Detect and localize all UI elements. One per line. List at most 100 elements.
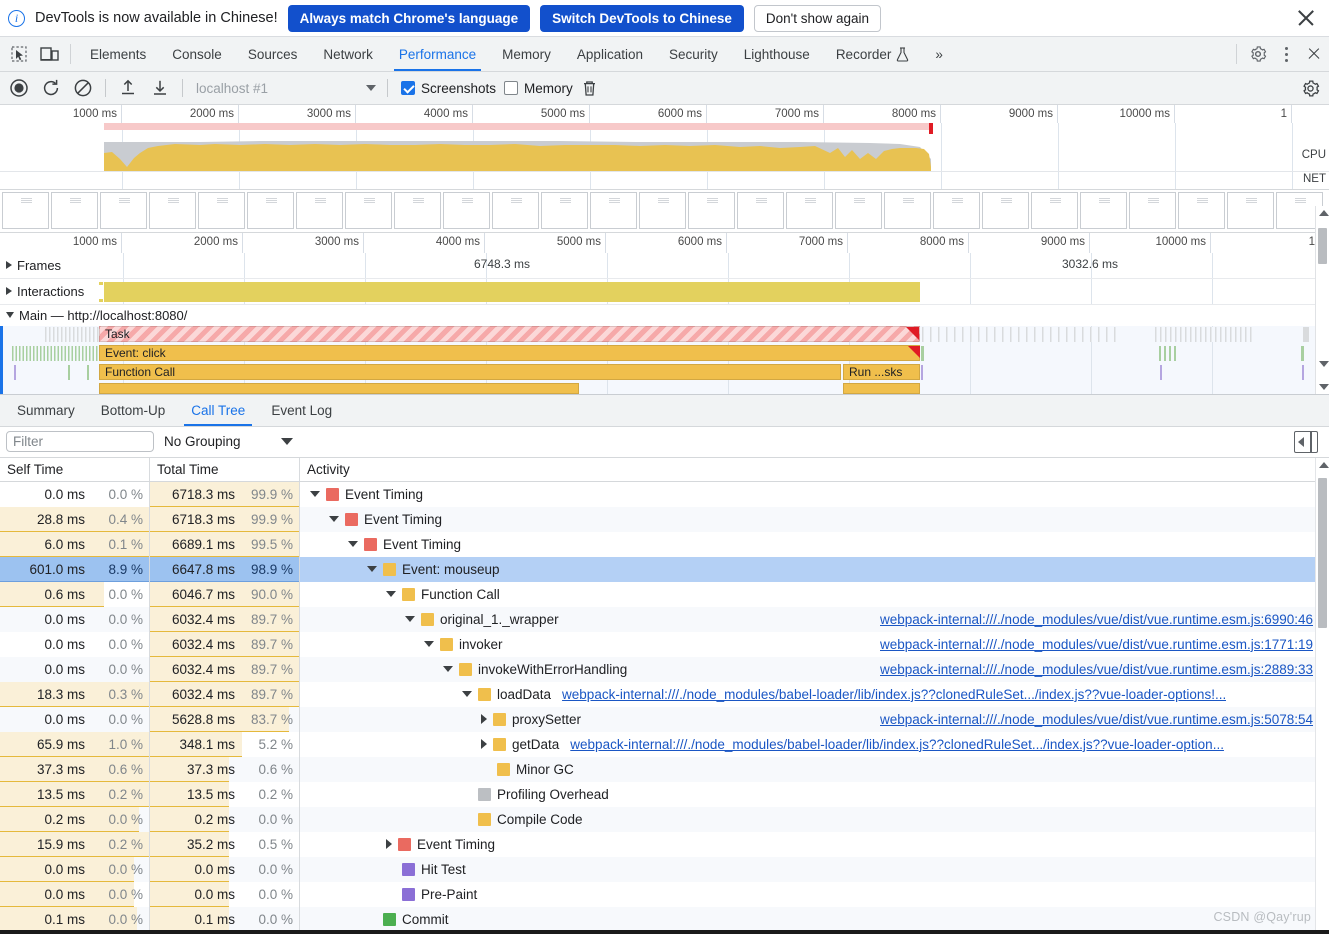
filmstrip-thumbnail[interactable]	[590, 192, 637, 230]
table-row[interactable]: 0.1 ms 0.0 % 0.1 ms 0.0 % Commit	[0, 906, 1329, 932]
memory-checkbox[interactable]: Memory	[504, 81, 573, 96]
column-header-self-time[interactable]: Self Time	[0, 457, 150, 481]
table-row[interactable]: 0.0 ms 0.0 % 6718.3 ms 99.9 % Event Timing	[0, 481, 1329, 507]
collapse-triangle-icon[interactable]	[386, 591, 396, 598]
collapse-triangle-icon[interactable]	[367, 566, 377, 573]
dont-show-again-button[interactable]: Don't show again	[753, 4, 882, 32]
frames-track-title[interactable]: Frames	[0, 253, 61, 278]
collapse-triangle-icon[interactable]	[462, 691, 472, 698]
main-track-title[interactable]: Main — http://localhost:8080/	[0, 305, 187, 326]
close-devtools-icon[interactable]	[1299, 37, 1329, 71]
filmstrip-thumbnail[interactable]	[737, 192, 784, 230]
collapse-triangle-icon[interactable]	[405, 616, 415, 623]
source-url-link[interactable]: webpack-internal:///./node_modules/vue/d…	[880, 662, 1313, 677]
tab-memory[interactable]: Memory	[489, 37, 564, 71]
table-row[interactable]: 0.0 ms 0.0 % 6032.4 ms 89.7 % invokeWithErro…	[0, 656, 1329, 682]
save-profile-icon[interactable]	[145, 74, 175, 102]
filmstrip-thumbnail[interactable]	[884, 192, 931, 230]
collapse-triangle-icon[interactable]	[424, 641, 434, 648]
table-row[interactable]: 601.0 ms 8.9 % 6647.8 ms 98.9 % Event: mouse…	[0, 556, 1329, 582]
filmstrip-thumbnail[interactable]	[1178, 192, 1225, 230]
tab-bottom-up[interactable]: Bottom-Up	[88, 395, 179, 426]
table-row[interactable]: 37.3 ms 0.6 % 37.3 ms 0.6 % Minor GC	[0, 756, 1329, 782]
filter-input[interactable]	[6, 431, 154, 453]
source-url-link[interactable]: webpack-internal:///./node_modules/vue/d…	[880, 612, 1313, 627]
tab-sources[interactable]: Sources	[235, 37, 311, 71]
filmstrip-thumbnail[interactable]	[247, 192, 294, 230]
tab-console[interactable]: Console	[159, 37, 235, 71]
tracks-scrollbar[interactable]	[1315, 206, 1329, 371]
tab-application[interactable]: Application	[564, 37, 656, 71]
filmstrip-thumbnail[interactable]	[198, 192, 245, 230]
expand-triangle-icon[interactable]	[481, 714, 487, 725]
filmstrip-thumbnail[interactable]	[786, 192, 833, 230]
call-tree-table[interactable]: Self Time Total Time Activity 0.0 ms 0.0 …	[0, 457, 1329, 934]
interaction-bar[interactable]	[104, 281, 920, 302]
tab-lighthouse[interactable]: Lighthouse	[731, 37, 823, 71]
track-interactions[interactable]: Interactions	[0, 278, 1329, 305]
more-tabs-button[interactable]: »	[922, 37, 956, 71]
tab-performance[interactable]: Performance	[386, 37, 489, 71]
tab-call-tree[interactable]: Call Tree	[178, 395, 258, 426]
source-url-link[interactable]: webpack-internal:///./node_modules/babel…	[570, 737, 1224, 752]
filmstrip-thumbnail[interactable]	[1129, 192, 1176, 230]
filmstrip-thumbnail[interactable]	[933, 192, 980, 230]
table-row[interactable]: 13.5 ms 0.2 % 13.5 ms 0.2 % Profiling Overhe…	[0, 781, 1329, 807]
table-row[interactable]: 0.0 ms 0.0 % 5628.8 ms 83.7 % proxySetter web…	[0, 706, 1329, 732]
tab-summary[interactable]: Summary	[4, 395, 88, 426]
net-overview-chart[interactable]: NET	[0, 171, 1329, 189]
flame-bar-event-click[interactable]: Event: click	[99, 344, 920, 361]
scroll-thumb[interactable]	[1318, 228, 1327, 264]
screenshots-checkbox[interactable]: Screenshots	[401, 81, 496, 96]
filmstrip-thumbnail[interactable]	[982, 192, 1029, 230]
filmstrip-thumbnail[interactable]	[639, 192, 686, 230]
cpu-overview-chart[interactable]: CPU	[0, 123, 1329, 171]
filmstrip-thumbnail[interactable]	[394, 192, 441, 230]
record-icon[interactable]	[4, 74, 34, 102]
column-header-activity[interactable]: Activity	[300, 458, 1329, 481]
delete-icon[interactable]	[575, 74, 605, 102]
tab-recorder[interactable]: Recorder	[823, 37, 923, 71]
source-url-link[interactable]: webpack-internal:///./node_modules/vue/d…	[880, 712, 1313, 727]
table-row[interactable]: 18.3 ms 0.3 % 6032.4 ms 89.7 % loadData webpa…	[0, 681, 1329, 707]
filmstrip-track[interactable]	[0, 190, 1329, 233]
filmstrip-thumbnail[interactable]	[1227, 192, 1274, 230]
table-body[interactable]: 0.0 ms 0.0 % 6718.3 ms 99.9 % Event Timing 28…	[0, 481, 1329, 934]
table-row[interactable]: 0.0 ms 0.0 % 6032.4 ms 89.7 % invoker webpack…	[0, 631, 1329, 657]
expand-triangle-icon[interactable]	[481, 739, 487, 750]
flame-bar-run-tasks[interactable]: Run ...sks	[843, 363, 920, 380]
capture-settings-gear-icon[interactable]	[1295, 74, 1325, 102]
flame-bar-partial[interactable]	[843, 382, 920, 394]
filmstrip-thumbnail[interactable]	[100, 192, 147, 230]
table-row[interactable]: 65.9 ms 1.0 % 348.1 ms 5.2 % getData webpack-…	[0, 731, 1329, 757]
table-row[interactable]: 15.9 ms 0.2 % 35.2 ms 0.5 % Event Timing	[0, 831, 1329, 857]
reload-and-record-icon[interactable]	[36, 74, 66, 102]
flame-bar-task[interactable]: Task	[99, 325, 920, 342]
load-profile-icon[interactable]	[113, 74, 143, 102]
recording-session-select[interactable]: localhost #1	[190, 77, 380, 99]
collapse-triangle-icon[interactable]	[348, 541, 358, 548]
scroll-thumb[interactable]	[1318, 477, 1327, 628]
filmstrip-thumbnail[interactable]	[296, 192, 343, 230]
main-flame-chart[interactable]: Task Event: click Function Call Run ...s…	[0, 325, 1329, 394]
scroll-up-arrow-icon[interactable]	[1319, 210, 1329, 216]
grouping-select[interactable]: No Grouping	[164, 434, 293, 449]
table-row[interactable]: 0.2 ms 0.0 % 0.2 ms 0.0 % Compile Code	[0, 806, 1329, 832]
table-scrollbar[interactable]	[1315, 457, 1329, 934]
filmstrip-thumbnail[interactable]	[51, 192, 98, 230]
collapse-triangle-icon[interactable]	[329, 516, 339, 523]
filmstrip-thumbnail[interactable]	[443, 192, 490, 230]
close-banner-icon[interactable]	[1293, 5, 1319, 31]
table-row[interactable]: 28.8 ms 0.4 % 6718.3 ms 99.9 % Event Timing	[0, 506, 1329, 532]
filmstrip-thumbnail[interactable]	[835, 192, 882, 230]
gear-icon[interactable]	[1243, 37, 1273, 71]
tab-network[interactable]: Network	[310, 37, 386, 71]
filmstrip-thumbnail[interactable]	[688, 192, 735, 230]
inspect-element-icon[interactable]	[4, 37, 34, 71]
flame-bar-partial[interactable]	[99, 382, 579, 394]
column-header-total-time[interactable]: Total Time	[150, 457, 300, 481]
filmstrip-thumbnail[interactable]	[1031, 192, 1078, 230]
filmstrip-thumbnail[interactable]	[345, 192, 392, 230]
filmstrip-thumbnail[interactable]	[149, 192, 196, 230]
track-main[interactable]: Main — http://localhost:8080/	[0, 305, 1329, 326]
